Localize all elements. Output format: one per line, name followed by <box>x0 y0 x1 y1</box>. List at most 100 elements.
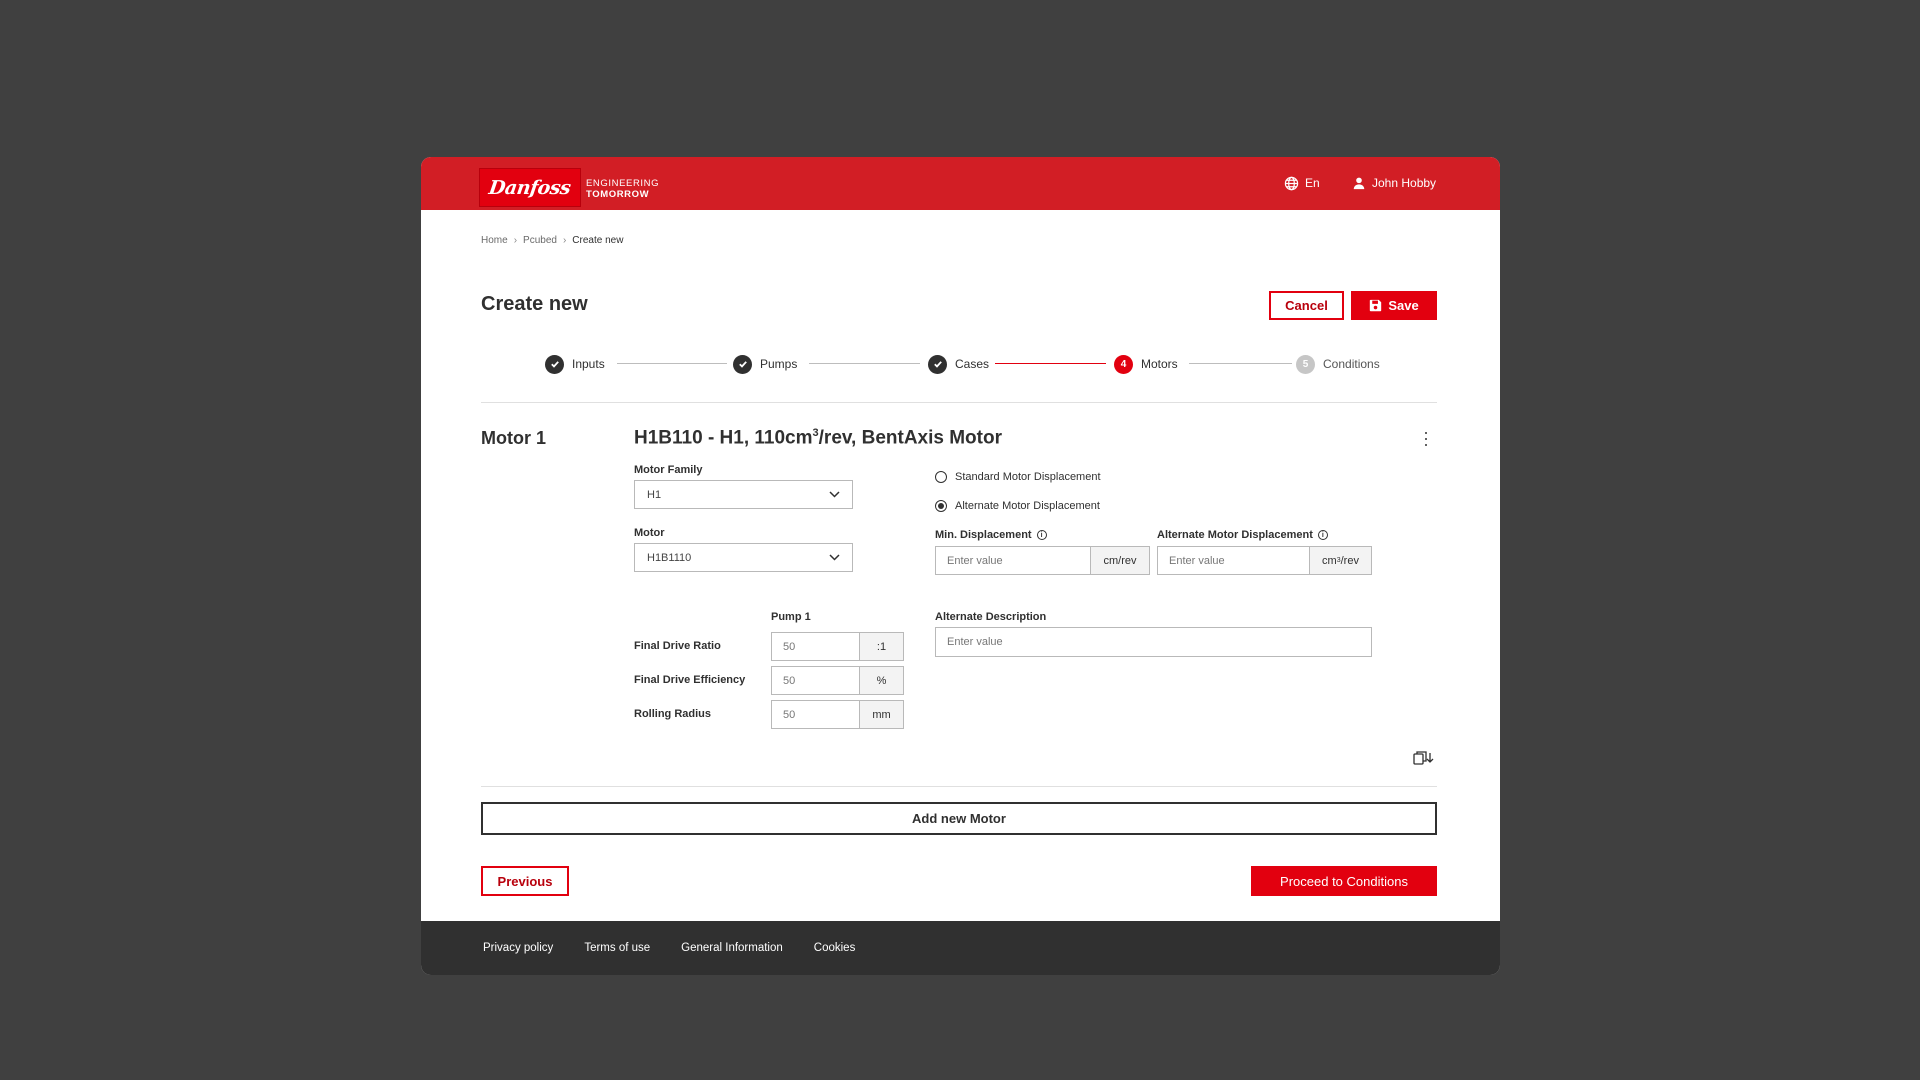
final-drive-efficiency-label: Final Drive Efficiency <box>634 674 746 686</box>
rolling-radius-label: Rolling Radius <box>634 708 711 720</box>
min-displacement-text: Min. Displacement <box>935 529 1032 541</box>
step-conditions[interactable]: 5 Conditions <box>1296 353 1380 375</box>
motor-select[interactable]: H1B1110 <box>634 543 853 572</box>
logo-wordmark: Danfoss <box>487 176 573 199</box>
step-pumps[interactable]: Pumps <box>733 353 797 375</box>
language-selector[interactable]: En <box>1284 174 1320 192</box>
info-icon[interactable]: i <box>1036 530 1047 540</box>
chevron-right-icon: › <box>513 235 518 246</box>
min-displacement-label: Min. Displacement i <box>935 529 1047 541</box>
unit-base: cm <box>1322 554 1337 567</box>
step-number: 4 <box>1114 354 1133 374</box>
step-motors[interactable]: 4 Motors <box>1114 353 1178 375</box>
footer-cookies-link[interactable]: Cookies <box>814 942 856 954</box>
progress-stepper: Inputs Pumps Cases 4 Motors 5 Conditions <box>421 353 1500 375</box>
step-connector <box>809 363 920 364</box>
radio-standard-displacement[interactable]: Standard Motor Displacement <box>935 471 1101 483</box>
min-displacement-field[interactable]: Enter value cm/rev <box>935 546 1150 575</box>
floppy-disk-icon <box>1370 299 1382 312</box>
section-divider <box>481 786 1437 787</box>
proceed-button[interactable]: Proceed to Conditions <box>1251 866 1437 896</box>
step-label: Motors <box>1141 357 1178 371</box>
step-number: 5 <box>1296 354 1315 374</box>
add-motor-button[interactable]: Add new Motor <box>481 802 1437 835</box>
step-label: Pumps <box>760 357 798 371</box>
unit-percent: % <box>859 667 903 694</box>
tagline-line1: ENGINEERING <box>586 178 660 189</box>
language-label: En <box>1305 176 1320 190</box>
alternate-description-input[interactable]: Enter value <box>935 627 1372 657</box>
info-icon[interactable]: i <box>1317 530 1328 540</box>
step-connector <box>617 363 727 364</box>
motor-title-prefix: H1B110 - H1, 110cm <box>634 427 813 449</box>
user-icon <box>1353 177 1365 190</box>
footer-terms-link[interactable]: Terms of use <box>584 942 650 954</box>
save-label: Save <box>1388 298 1419 313</box>
radio-button-selected[interactable] <box>935 500 947 512</box>
alternate-displacement-input[interactable]: Enter value <box>1158 547 1309 574</box>
step-label: Conditions <box>1323 357 1380 371</box>
top-bar: Danfoss ENGINEERING TOMORROW En John Hob… <box>421 157 1500 210</box>
check-icon <box>733 354 752 374</box>
check-icon <box>928 354 947 374</box>
unit-tail: /rev <box>1340 554 1359 567</box>
radio-button[interactable] <box>935 471 947 483</box>
logo-tagline: ENGINEERING TOMORROW <box>586 178 659 200</box>
final-drive-ratio-field[interactable]: 50 :1 <box>771 632 904 661</box>
radio-alternate-displacement[interactable]: Alternate Motor Displacement <box>935 500 1100 512</box>
user-name: John Hobby <box>1372 176 1437 190</box>
pump-column-header: Pump 1 <box>771 611 811 623</box>
motor-family-select[interactable]: H1 <box>634 480 853 509</box>
min-displacement-input[interactable]: Enter value <box>936 547 1090 574</box>
tagline-line2: TOMORROW <box>586 189 650 200</box>
unit-ratio: :1 <box>859 633 903 660</box>
motor-value: H1B1110 <box>647 551 692 564</box>
motor-family-label: Motor Family <box>634 464 703 476</box>
final-drive-efficiency-field[interactable]: 50 % <box>771 666 904 695</box>
section-divider <box>481 402 1437 403</box>
save-button[interactable]: Save <box>1351 291 1437 320</box>
step-connector <box>1189 363 1292 364</box>
globe-icon <box>1284 176 1299 190</box>
step-label: Cases <box>955 357 990 371</box>
breadcrumb-current: Create new <box>572 235 624 246</box>
rolling-radius-input[interactable]: 50 <box>772 701 859 728</box>
cancel-button[interactable]: Cancel <box>1269 291 1344 320</box>
footer: Privacy policy Terms of use General Info… <box>421 921 1500 975</box>
motor-label: Motor <box>634 527 665 539</box>
breadcrumb-pcubed[interactable]: Pcubed <box>523 235 557 246</box>
alternate-displacement-text: Alternate Motor Displacement <box>1157 529 1313 541</box>
step-inputs[interactable]: Inputs <box>545 353 605 375</box>
unit-cm3-rev: cm 3/rev <box>1309 547 1371 574</box>
footer-general-info-link[interactable]: General Information <box>681 942 783 954</box>
danfoss-logo[interactable]: Danfoss <box>479 168 581 207</box>
copy-down-icon[interactable] <box>1413 750 1435 766</box>
breadcrumb-home[interactable]: Home <box>481 235 508 246</box>
page-title: Create new <box>481 293 588 315</box>
step-connector <box>995 363 1106 364</box>
final-drive-efficiency-input[interactable]: 50 <box>772 667 859 694</box>
motor-section-label: Motor 1 <box>481 428 546 448</box>
rolling-radius-field[interactable]: 50 mm <box>771 700 904 729</box>
app-window: Danfoss ENGINEERING TOMORROW En John Hob… <box>421 157 1500 975</box>
final-drive-ratio-label: Final Drive Ratio <box>634 640 721 652</box>
motor-title-suffix: /rev, BentAxis Motor <box>818 427 1002 449</box>
previous-button[interactable]: Previous <box>481 866 569 896</box>
final-drive-ratio-input[interactable]: 50 <box>772 633 859 660</box>
more-options-icon[interactable] <box>1423 432 1429 446</box>
chevron-right-icon: › <box>562 235 567 246</box>
footer-privacy-link[interactable]: Privacy policy <box>483 942 553 954</box>
breadcrumb: Home › Pcubed › Create new <box>481 235 623 246</box>
motor-title: H1B110 - H1, 110cm3/rev, BentAxis Motor <box>634 427 1002 449</box>
check-icon <box>545 354 564 374</box>
unit-mm: mm <box>859 701 903 728</box>
step-cases[interactable]: Cases <box>928 353 989 375</box>
alternate-description-label: Alternate Description <box>935 611 1047 623</box>
unit-cm-rev: cm/rev <box>1090 547 1149 574</box>
alternate-displacement-label: Alternate Motor Displacement i <box>1157 529 1328 541</box>
radio-standard-label: Standard Motor Displacement <box>955 471 1101 483</box>
alternate-displacement-field[interactable]: Enter value cm 3/rev <box>1157 546 1372 575</box>
user-menu[interactable]: John Hobby <box>1352 174 1436 192</box>
chevron-down-icon <box>829 554 840 561</box>
chevron-down-icon <box>829 491 840 498</box>
